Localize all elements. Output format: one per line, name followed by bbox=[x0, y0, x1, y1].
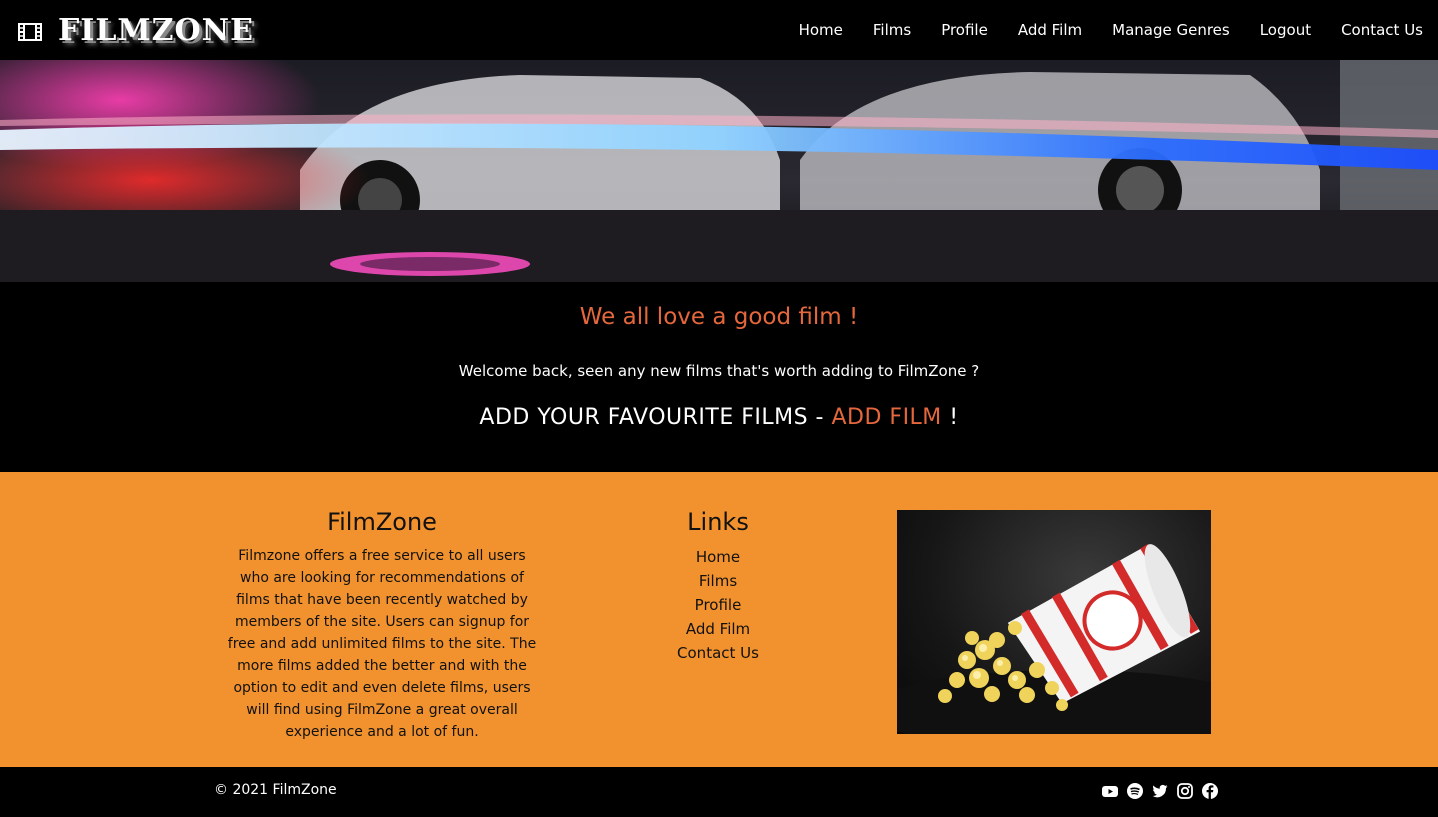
footer-link-home[interactable]: Home bbox=[600, 545, 836, 569]
intro-text: Welcome back, seen any new films that's … bbox=[458, 362, 980, 380]
footer-about: FilmZone Filmzone offers a free service … bbox=[215, 508, 549, 743]
footer: FilmZone Filmzone offers a free service … bbox=[0, 472, 1438, 767]
footer-links-title: Links bbox=[687, 508, 749, 536]
intro-section: We all love a good film ! Welcome back, … bbox=[0, 282, 1438, 472]
nav-link-contact-us[interactable]: Contact Us bbox=[1341, 21, 1423, 39]
cta-suffix: ! bbox=[941, 405, 959, 430]
brand-logo-text: FILMZONE bbox=[58, 12, 254, 48]
facebook-icon[interactable] bbox=[1201, 782, 1219, 800]
add-film-link[interactable]: ADD FILM bbox=[831, 405, 941, 430]
navbar: FILMZONE Home Films Profile Add Film Man… bbox=[0, 0, 1438, 60]
nav-link-logout[interactable]: Logout bbox=[1260, 21, 1311, 39]
nav-link-add-film[interactable]: Add Film bbox=[1018, 21, 1082, 39]
instagram-icon[interactable] bbox=[1176, 782, 1194, 800]
footer-link-profile[interactable]: Profile bbox=[600, 593, 836, 617]
film-icon bbox=[18, 23, 42, 41]
footer-link-films[interactable]: Films bbox=[600, 569, 836, 593]
nav-link-films[interactable]: Films bbox=[873, 21, 911, 39]
hero-image bbox=[0, 60, 1438, 282]
bottom-bar: © 2021 FilmZone bbox=[0, 767, 1438, 817]
nav-link-manage-genres[interactable]: Manage Genres bbox=[1112, 21, 1230, 39]
twitter-icon[interactable] bbox=[1151, 782, 1169, 800]
brand[interactable]: FILMZONE bbox=[18, 13, 254, 48]
copyright: © 2021 FilmZone bbox=[214, 782, 337, 798]
footer-about-title: FilmZone bbox=[327, 508, 437, 536]
footer-about-text: Filmzone offers a free service to all us… bbox=[227, 548, 537, 740]
footer-links: Links Home Films Profile Add Film Contac… bbox=[600, 508, 836, 665]
nav-link-profile[interactable]: Profile bbox=[941, 21, 988, 39]
popcorn-image bbox=[897, 510, 1211, 734]
social-links bbox=[1101, 782, 1226, 800]
nav-links: Home Films Profile Add Film Manage Genre… bbox=[769, 0, 1438, 60]
cta-prefix: ADD YOUR FAVOURITE FILMS - bbox=[479, 405, 832, 430]
footer-link-add-film[interactable]: Add Film bbox=[600, 617, 836, 641]
add-film-cta: ADD YOUR FAVOURITE FILMS - ADD FILM ! bbox=[0, 405, 1438, 430]
spotify-icon[interactable] bbox=[1126, 782, 1144, 800]
youtube-icon[interactable] bbox=[1101, 782, 1119, 800]
nav-link-home[interactable]: Home bbox=[799, 21, 843, 39]
footer-link-contact-us[interactable]: Contact Us bbox=[600, 641, 836, 665]
intro-heading: We all love a good film ! bbox=[579, 304, 859, 330]
